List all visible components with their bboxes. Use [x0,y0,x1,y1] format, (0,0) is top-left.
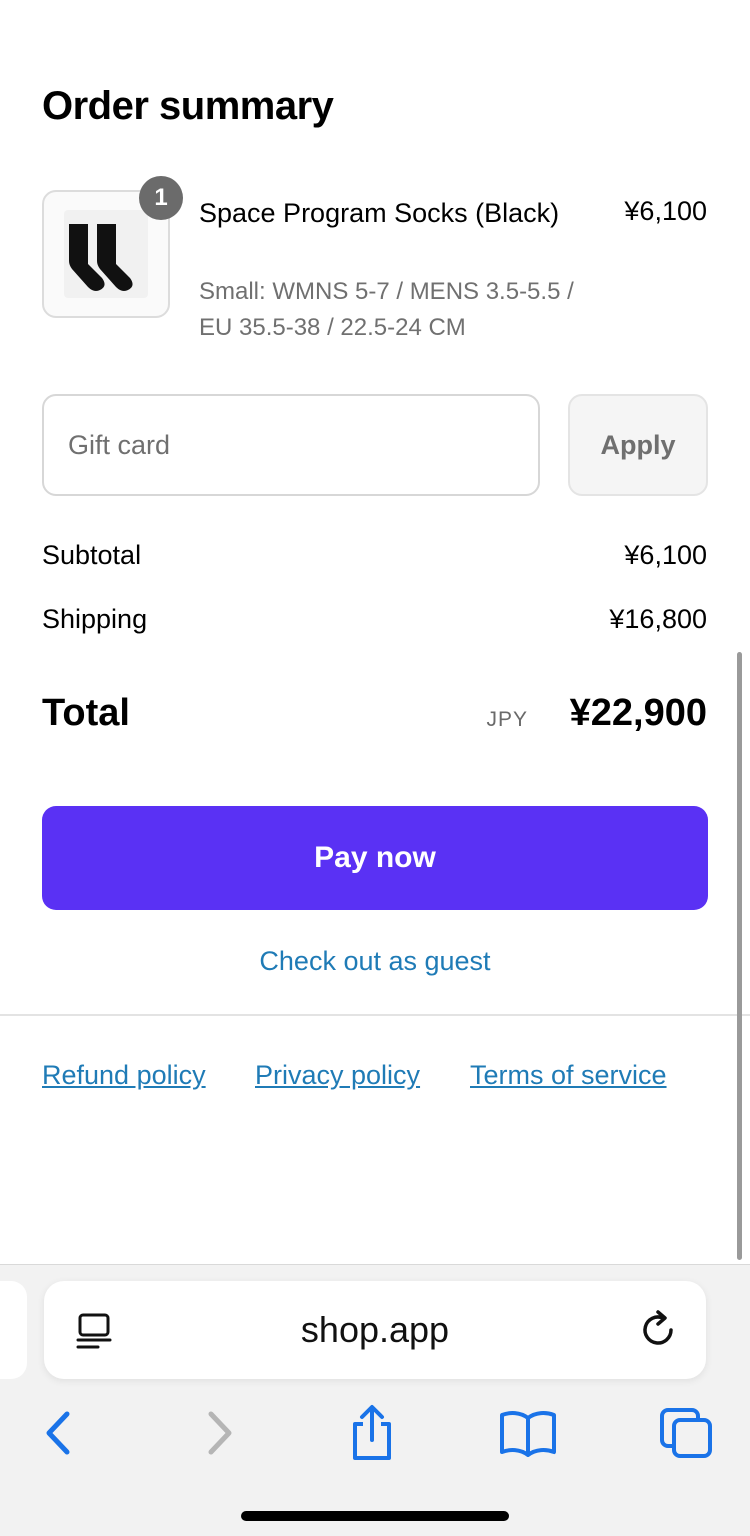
subtotal-value: ¥6,100 [624,540,707,570]
total-label: Total [42,692,130,734]
gift-card-input[interactable] [42,394,540,496]
privacy-policy-link[interactable]: Privacy policy [255,1060,420,1091]
pay-now-button[interactable]: Pay now [42,806,708,910]
address-bar[interactable]: shop.app [44,1281,706,1379]
item-price: ¥6,100 [624,196,707,226]
subtotal-label: Subtotal [42,540,142,570]
total-value: ¥22,900 [569,692,707,734]
previous-tab-preview[interactable] [0,1281,27,1379]
quantity-badge: 1 [139,176,183,220]
item-name: Space Program Socks (Black) [199,198,560,228]
refund-policy-link[interactable]: Refund policy [42,1060,206,1091]
shipping-value: ¥16,800 [609,604,707,634]
shipping-label: Shipping [42,604,148,634]
tabs-button[interactable] [656,1405,716,1461]
divider [0,1014,750,1016]
apply-button[interactable]: Apply [568,394,708,496]
reload-icon[interactable] [638,1309,680,1351]
home-indicator [241,1511,509,1521]
back-button[interactable] [28,1405,88,1461]
share-button[interactable] [342,1405,402,1461]
socks-icon [69,224,133,291]
chevron-left-icon [46,1411,70,1455]
chevron-right-icon [208,1411,232,1455]
share-icon [353,1405,391,1460]
browser-toolbar: shop.app [0,1264,750,1536]
total-currency: JPY [486,708,528,731]
scrollbar[interactable] [737,652,742,1260]
page-title: Order summary [42,84,334,128]
bookmarks-button[interactable] [498,1405,558,1461]
item-variant: Small: WMNS 5-7 / MENS 3.5-5.5 / EU 35.5… [199,278,574,341]
tabs-icon [660,1408,712,1458]
url-text: shop.app [300,1309,450,1350]
forward-button[interactable] [190,1405,250,1461]
guest-checkout-link[interactable]: Check out as guest [0,946,750,977]
terms-of-service-link[interactable]: Terms of service [470,1060,667,1091]
book-icon [500,1411,556,1457]
product-image [64,210,148,298]
